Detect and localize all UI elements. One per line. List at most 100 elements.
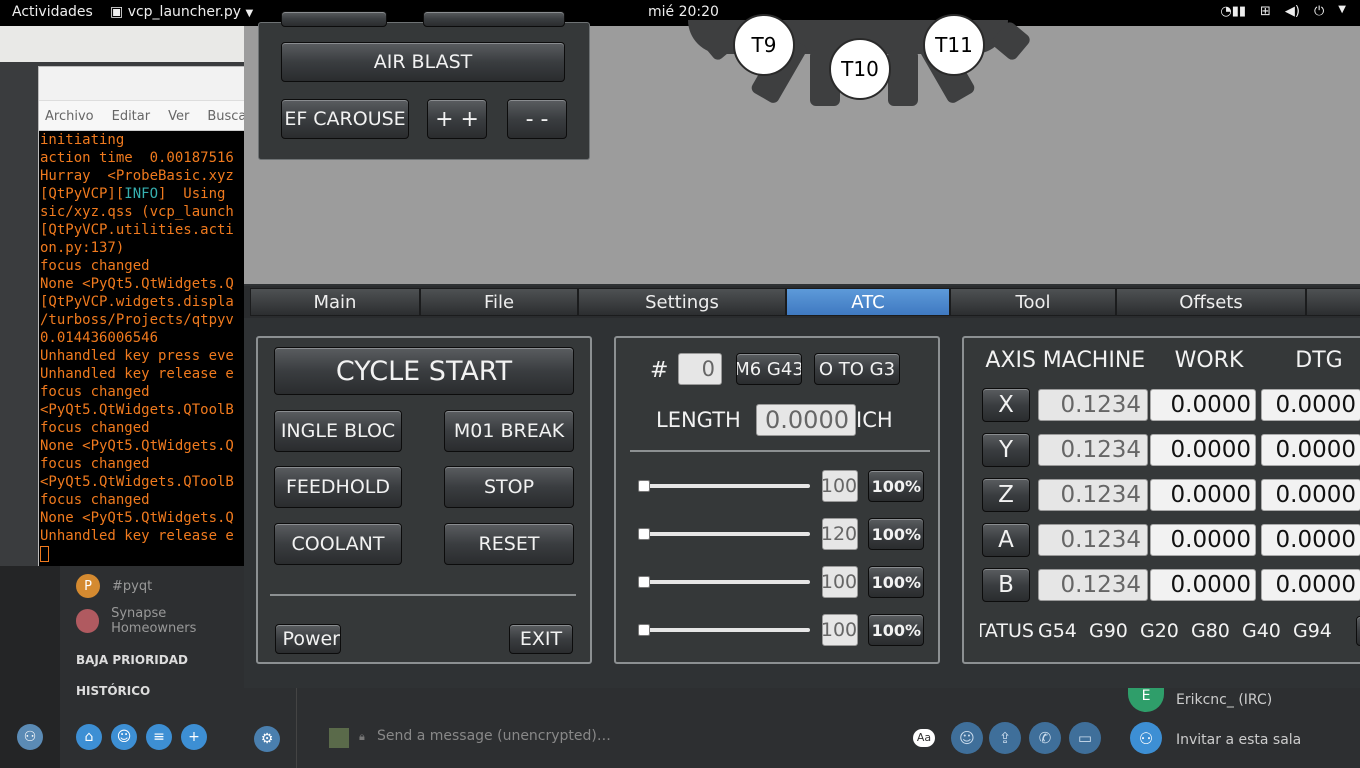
avatar: [76, 609, 100, 633]
terminal-line: None <PyQt5.QtWidgets.Q: [40, 276, 234, 292]
menu-ver[interactable]: Ver: [168, 109, 189, 130]
menu-buscar[interactable]: Buscar: [207, 109, 249, 130]
tab-file[interactable]: File: [420, 288, 578, 316]
clock[interactable]: mié 20:20: [648, 4, 719, 20]
override-slider[interactable]: [638, 628, 810, 632]
axis-a-button[interactable]: A: [982, 523, 1030, 557]
tab-main[interactable]: Main: [250, 288, 420, 316]
slider-handle[interactable]: [638, 528, 650, 540]
tool-pocket-t10[interactable]: T10: [829, 38, 891, 100]
emoji-icon[interactable]: ☺: [951, 722, 983, 754]
air-blast-button[interactable]: AIR BLAST: [281, 42, 565, 82]
invite-button[interactable]: Invitar a esta sala: [1176, 732, 1301, 748]
ref-carousel-button[interactable]: EF CAROUSE: [281, 99, 409, 139]
terminal-output[interactable]: initiating action time 0.00187516 Hurray <…: [39, 131, 251, 566]
carousel-reverse-button[interactable]: - -: [507, 99, 567, 139]
tool-number-input[interactable]: 0: [678, 353, 722, 385]
activities-button[interactable]: Actividades: [12, 4, 93, 20]
tool-pocket-t9[interactable]: T9: [733, 14, 795, 76]
room-name: Synapse Homeowners: [111, 606, 197, 636]
override-slider[interactable]: [638, 484, 810, 488]
cycle-start-button[interactable]: CYCLE START: [274, 347, 574, 395]
machine-position: 0.1234: [1038, 389, 1148, 421]
override-slider[interactable]: [638, 580, 810, 584]
dro-panel: AXIS MACHINE WORK DTG X 0.1234 0.0000 0.0000 Y 0.…: [962, 336, 1360, 664]
reset-button[interactable]: RESET: [444, 523, 574, 565]
power-button[interactable]: Power: [275, 624, 341, 654]
section-low-priority[interactable]: BAJA PRIORIDAD: [76, 653, 188, 667]
menu-archivo[interactable]: Archivo: [45, 109, 94, 130]
coolant-button[interactable]: COOLANT: [274, 523, 402, 565]
program-control-panel: CYCLE START INGLE BLOC M01 BREAK FEEDHOL…: [256, 336, 592, 664]
stop-button[interactable]: STOP: [444, 466, 574, 508]
tab-offsets[interactable]: Offsets: [1116, 288, 1306, 316]
carousel-forward-button[interactable]: + +: [427, 99, 487, 139]
invite-icon[interactable]: ⚇: [1130, 722, 1162, 754]
slider-handle[interactable]: [638, 576, 650, 588]
machine-position: 0.1234: [1038, 524, 1148, 556]
tab-tool[interactable]: Tool: [950, 288, 1116, 316]
section-history[interactable]: HISTÓRICO: [76, 684, 150, 698]
tab-overflow[interactable]: [1306, 288, 1360, 316]
work-position[interactable]: 0.0000: [1150, 524, 1256, 556]
settings-icon[interactable]: ⚙: [254, 726, 280, 752]
goto-g30-button[interactable]: O TO G3: [814, 353, 900, 385]
axis-b-button[interactable]: B: [982, 568, 1030, 602]
app-menu[interactable]: ▣ vcp_launcher.py ▼: [110, 4, 253, 20]
exit-button[interactable]: EXIT: [509, 624, 573, 654]
carousel-button-hidden-1[interactable]: [281, 11, 387, 27]
axis-x-button[interactable]: X: [982, 388, 1030, 422]
m01-break-button[interactable]: M01 BREAK: [444, 410, 574, 452]
single-block-button[interactable]: INGLE BLOC: [274, 410, 402, 452]
terminal-line: focus changed: [40, 258, 150, 274]
list-icon[interactable]: ≡: [146, 724, 172, 750]
terminal-titlebar[interactable]: [39, 67, 249, 101]
attach-icon[interactable]: ⇪: [989, 722, 1021, 754]
dro-header-dtg: DTG: [1295, 348, 1343, 373]
work-position[interactable]: 0.0000: [1150, 434, 1256, 466]
message-input[interactable]: Send a message (unencrypted)…: [377, 728, 611, 744]
system-tray[interactable]: ◔▮▮ ⊞ ◀) ⏻ ▼: [1220, 4, 1346, 19]
override-reset-button[interactable]: S 100%: [868, 518, 924, 550]
axis-z-button[interactable]: Z: [982, 478, 1030, 512]
room-item-synapse[interactable]: Synapse Homeowners: [76, 606, 250, 636]
chevron-down-icon: ▼: [1338, 4, 1346, 15]
slider-handle[interactable]: [638, 480, 650, 492]
formatting-icon[interactable]: Aa: [913, 729, 935, 747]
tab-settings[interactable]: Settings: [578, 288, 786, 316]
distance-to-go: 0.0000: [1261, 434, 1360, 466]
work-position[interactable]: 0.0000: [1150, 479, 1256, 511]
chevron-down-icon: ▼: [245, 8, 254, 19]
override-reset-button[interactable]: V 100%: [868, 614, 924, 646]
terminal-line: [QtPyVCP.utilities.acti: [40, 222, 234, 238]
video-icon[interactable]: ▭: [1069, 722, 1101, 754]
tool-pocket-t11[interactable]: T11: [923, 14, 985, 76]
room-item-pyqt[interactable]: P #pyqt: [76, 574, 152, 598]
home-icon[interactable]: ⌂: [76, 724, 102, 750]
override-value: 100: [821, 614, 858, 646]
add-icon[interactable]: +: [181, 724, 207, 750]
user-icon[interactable]: ☺: [111, 724, 137, 750]
slider-handle[interactable]: [638, 624, 650, 636]
app-icon: ▣: [110, 4, 128, 20]
people-icon[interactable]: ⚇: [17, 724, 43, 750]
axis-y-button[interactable]: Y: [982, 433, 1030, 467]
dro-header-axis: AXIS: [985, 348, 1036, 373]
member-name[interactable]: Erikcnc_ (IRC): [1176, 692, 1272, 708]
m6-g43-button[interactable]: M6 G43: [736, 353, 802, 385]
feedhold-button[interactable]: FEEDHOLD: [274, 466, 402, 508]
override-reset-button[interactable]: R 100%: [868, 566, 924, 598]
work-position[interactable]: 0.0000: [1150, 569, 1256, 601]
override-reset-button[interactable]: F 100%: [868, 470, 924, 502]
phone-icon[interactable]: ✆: [1029, 722, 1061, 754]
status-more-button[interactable]: [1356, 616, 1360, 646]
override-slider[interactable]: [638, 532, 810, 536]
avatar: P: [76, 574, 100, 598]
work-position[interactable]: 0.0000: [1150, 389, 1256, 421]
tool-length-field[interactable]: 0.0000: [756, 404, 856, 436]
carousel-button-hidden-2[interactable]: [423, 11, 565, 27]
terminal-window[interactable]: Archivo Editar Ver Buscar initiating acti…: [38, 66, 251, 566]
menu-editar[interactable]: Editar: [112, 109, 151, 130]
override-value: 100: [821, 470, 858, 502]
tab-atc[interactable]: ATC: [786, 288, 950, 316]
